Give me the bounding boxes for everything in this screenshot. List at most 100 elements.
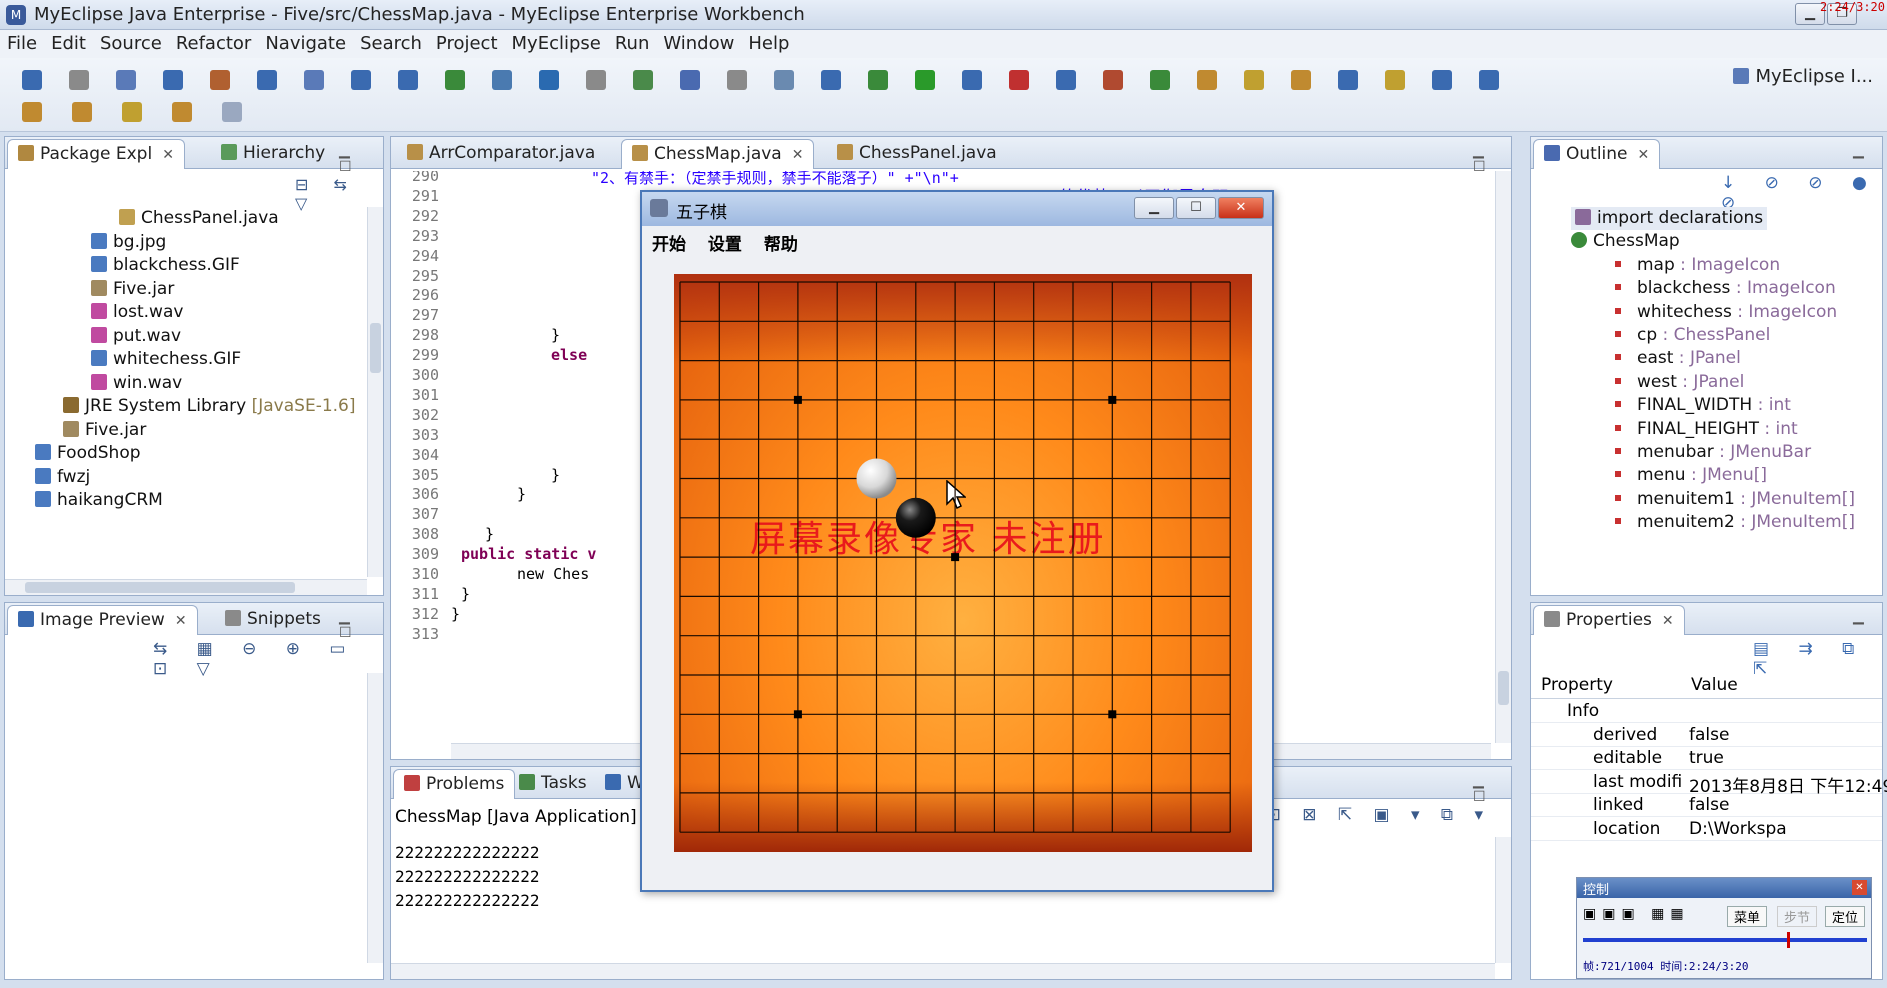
toolbar-nav-icon[interactable] xyxy=(172,102,192,122)
table-row[interactable]: Info xyxy=(1531,699,1882,723)
toolbar-button-icon[interactable] xyxy=(1244,70,1264,90)
toolbar-button-icon[interactable] xyxy=(539,70,559,90)
console-vertical-scrollbar[interactable] xyxy=(1495,837,1511,963)
toolbar-button-icon[interactable] xyxy=(163,70,183,90)
view-minmax-controls[interactable]: ▁ xyxy=(1853,609,1872,625)
tab-outline[interactable]: Outline ✕ xyxy=(1533,139,1661,169)
outline-item[interactable]: menubar : JMenuBar xyxy=(1615,441,1811,464)
toolbar-button-icon[interactable] xyxy=(304,70,324,90)
toolbar-button-icon[interactable] xyxy=(492,70,512,90)
player-transport-buttons[interactable]: ▣▣▣ ▦▦ xyxy=(1583,906,1690,922)
outline-item[interactable]: blackchess : ImageIcon xyxy=(1615,277,1836,300)
tree-item[interactable]: win.wav xyxy=(91,372,182,395)
gomoku-minimize-button[interactable]: ▁ xyxy=(1134,197,1174,219)
close-icon[interactable]: ✕ xyxy=(1662,613,1674,629)
outline-item[interactable]: import declarations xyxy=(1571,207,1768,230)
menu-myeclipse[interactable]: MyEclipse xyxy=(505,30,608,57)
tree-item[interactable]: fwzj xyxy=(35,466,90,489)
explorer-vertical-scrollbar[interactable] xyxy=(367,207,383,577)
player-locate-button[interactable]: 定位 xyxy=(1825,906,1866,927)
view-minmax-controls[interactable]: ▁ ☐ xyxy=(1473,773,1511,805)
toolbar-button-icon[interactable] xyxy=(1338,70,1358,90)
tree-item[interactable]: ChessPanel.java xyxy=(119,207,279,230)
menu-edit[interactable]: Edit xyxy=(44,30,93,57)
view-minmax-controls[interactable]: ▁ ☐ xyxy=(339,143,383,175)
outline-item[interactable]: menuitem2 : JMenuItem[] xyxy=(1615,511,1855,534)
outline-item[interactable]: map : ImageIcon xyxy=(1615,254,1780,277)
toolbar-button-icon[interactable] xyxy=(116,70,136,90)
tab-chessmap[interactable]: ChessMap.java ✕ xyxy=(621,139,815,169)
outline-item[interactable]: FINAL_HEIGHT : int xyxy=(1615,418,1798,441)
tree-item[interactable]: bg.jpg xyxy=(91,231,166,254)
gomoku-board[interactable] xyxy=(674,274,1252,852)
toolbar-button-icon[interactable] xyxy=(257,70,277,90)
toolbar-button-icon[interactable] xyxy=(1009,70,1029,90)
image-preview-actions[interactable]: ⇆ ▦ ⊖ ⊕ ▭ ⊡ ▽ xyxy=(153,639,383,679)
outline-item[interactable]: cp : ChessPanel xyxy=(1615,324,1770,347)
close-icon[interactable]: ✕ xyxy=(162,147,174,163)
toolbar-button-icon[interactable] xyxy=(351,70,371,90)
toolbar-button-icon[interactable] xyxy=(398,70,418,90)
tab-snippets[interactable]: Snippets xyxy=(215,605,331,635)
toolbar-button-icon[interactable] xyxy=(1432,70,1452,90)
menu-help[interactable]: Help xyxy=(741,30,796,57)
player-step-button[interactable]: 步节 xyxy=(1777,906,1818,927)
tree-item[interactable]: Five.jar xyxy=(63,419,146,442)
player-menu-button[interactable]: 菜单 xyxy=(1727,906,1768,927)
tab-chesspanel[interactable]: ChessPanel.java xyxy=(827,139,1007,169)
tree-item[interactable]: FoodShop xyxy=(35,442,141,465)
toolbar-button-icon[interactable] xyxy=(680,70,700,90)
outline-item[interactable]: menuitem1 : JMenuItem[] xyxy=(1615,488,1855,511)
toolbar-button-icon[interactable] xyxy=(210,70,230,90)
menu-file[interactable]: File xyxy=(0,30,44,57)
toolbar-button-icon[interactable] xyxy=(821,70,841,90)
tab-hierarchy[interactable]: Hierarchy xyxy=(211,139,335,169)
tree-item[interactable]: put.wav xyxy=(91,325,181,348)
outline-item[interactable]: ChessMap xyxy=(1571,230,1680,253)
menu-window[interactable]: Window xyxy=(656,30,741,57)
toolbar-button-icon[interactable] xyxy=(774,70,794,90)
toolbar-button-icon[interactable] xyxy=(633,70,653,90)
close-icon[interactable]: ✕ xyxy=(792,147,804,163)
player-close-button[interactable]: ✕ xyxy=(1852,880,1867,895)
table-row[interactable]: location D:\Workspa xyxy=(1531,817,1882,841)
menu-run[interactable]: Run xyxy=(608,30,657,57)
toolbar-nav-icon[interactable] xyxy=(122,102,142,122)
view-minmax-controls[interactable]: ▁ xyxy=(1853,143,1872,159)
table-row[interactable]: derived false xyxy=(1531,723,1882,747)
close-icon[interactable]: ✕ xyxy=(1638,147,1650,163)
tab-problems[interactable]: Problems xyxy=(393,769,516,799)
outline-item[interactable]: west : JPanel xyxy=(1615,371,1744,394)
board-grid[interactable] xyxy=(674,274,1252,852)
gomoku-maximize-button[interactable]: ☐ xyxy=(1176,197,1216,219)
table-row[interactable]: editable true xyxy=(1531,746,1882,771)
toolbar-button-icon[interactable] xyxy=(1197,70,1217,90)
toolbar-button-icon[interactable] xyxy=(915,70,935,90)
toolbar-nav-icon[interactable] xyxy=(72,102,92,122)
toolbar-button-icon[interactable] xyxy=(1479,70,1499,90)
toolbar-button-icon[interactable] xyxy=(1385,70,1405,90)
tree-item[interactable]: haikangCRM xyxy=(35,489,163,512)
toolbar-button-icon[interactable] xyxy=(962,70,982,90)
player-progress-bar[interactable] xyxy=(1583,932,1867,948)
tree-item[interactable]: Five.jar xyxy=(91,278,174,301)
editor-vertical-scrollbar[interactable] xyxy=(1495,171,1511,743)
toolbar-button-icon[interactable] xyxy=(69,70,89,90)
preview-vertical-scrollbar[interactable] xyxy=(367,673,383,963)
console-horizontal-scrollbar[interactable] xyxy=(391,963,1495,979)
tab-package-explorer[interactable]: Package Expl ✕ xyxy=(7,139,185,169)
view-minmax-controls[interactable]: ▁ ☐ xyxy=(339,609,383,641)
toolbar-button-icon[interactable] xyxy=(868,70,888,90)
table-row[interactable]: last modifi 2013年8月8日 下午12:49 xyxy=(1531,770,1887,797)
menu-refactor[interactable]: Refactor xyxy=(169,30,259,57)
tree-item[interactable]: whitechess.GIF xyxy=(91,348,241,371)
table-row[interactable]: linked false xyxy=(1531,793,1882,818)
tab-properties[interactable]: Properties ✕ xyxy=(1533,605,1685,635)
toolbar-nav-icon[interactable] xyxy=(222,102,242,122)
toolbar-button-icon[interactable] xyxy=(586,70,606,90)
tab-image-preview[interactable]: Image Preview ✕ xyxy=(7,605,198,635)
menu-help[interactable]: 帮助 xyxy=(764,235,798,255)
tree-item[interactable]: blackchess.GIF xyxy=(91,254,240,277)
menu-settings[interactable]: 设置 xyxy=(708,235,742,255)
tab-arrcomparator[interactable]: ArrComparator.java xyxy=(397,139,605,169)
